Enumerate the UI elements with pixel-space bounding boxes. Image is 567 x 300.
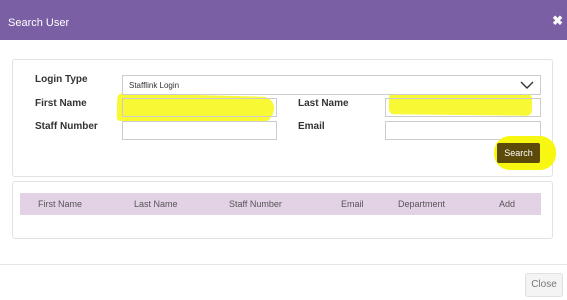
email-label: Email bbox=[298, 121, 325, 132]
first-name-input[interactable] bbox=[122, 98, 277, 117]
login-type-select[interactable]: Stafflink Login bbox=[122, 75, 541, 95]
login-type-label: Login Type bbox=[35, 74, 88, 85]
staff-number-input[interactable] bbox=[122, 121, 277, 140]
column-last-name: Last Name bbox=[134, 199, 178, 209]
staff-number-label: Staff Number bbox=[35, 121, 98, 132]
column-email: Email bbox=[341, 199, 364, 209]
footer-divider bbox=[0, 264, 567, 265]
first-name-label: First Name bbox=[35, 98, 87, 109]
results-table-header: First Name Last Name Staff Number Email … bbox=[20, 193, 541, 215]
dialog-title: Search User bbox=[8, 17, 70, 29]
column-add: Add bbox=[499, 199, 516, 209]
login-type-value: Stafflink Login bbox=[129, 80, 180, 90]
chevron-down-icon bbox=[520, 81, 534, 89]
column-first-name: First Name bbox=[38, 199, 83, 209]
last-name-input[interactable] bbox=[385, 98, 541, 117]
column-staff-number: Staff Number bbox=[229, 199, 282, 209]
column-department: Department bbox=[398, 199, 446, 209]
search-button[interactable]: Search bbox=[497, 143, 540, 163]
close-icon[interactable]: ✖ bbox=[552, 13, 563, 29]
last-name-label: Last Name bbox=[298, 98, 349, 109]
dialog-header: Search User ✖ bbox=[0, 0, 567, 40]
close-button[interactable]: Close bbox=[525, 273, 563, 297]
